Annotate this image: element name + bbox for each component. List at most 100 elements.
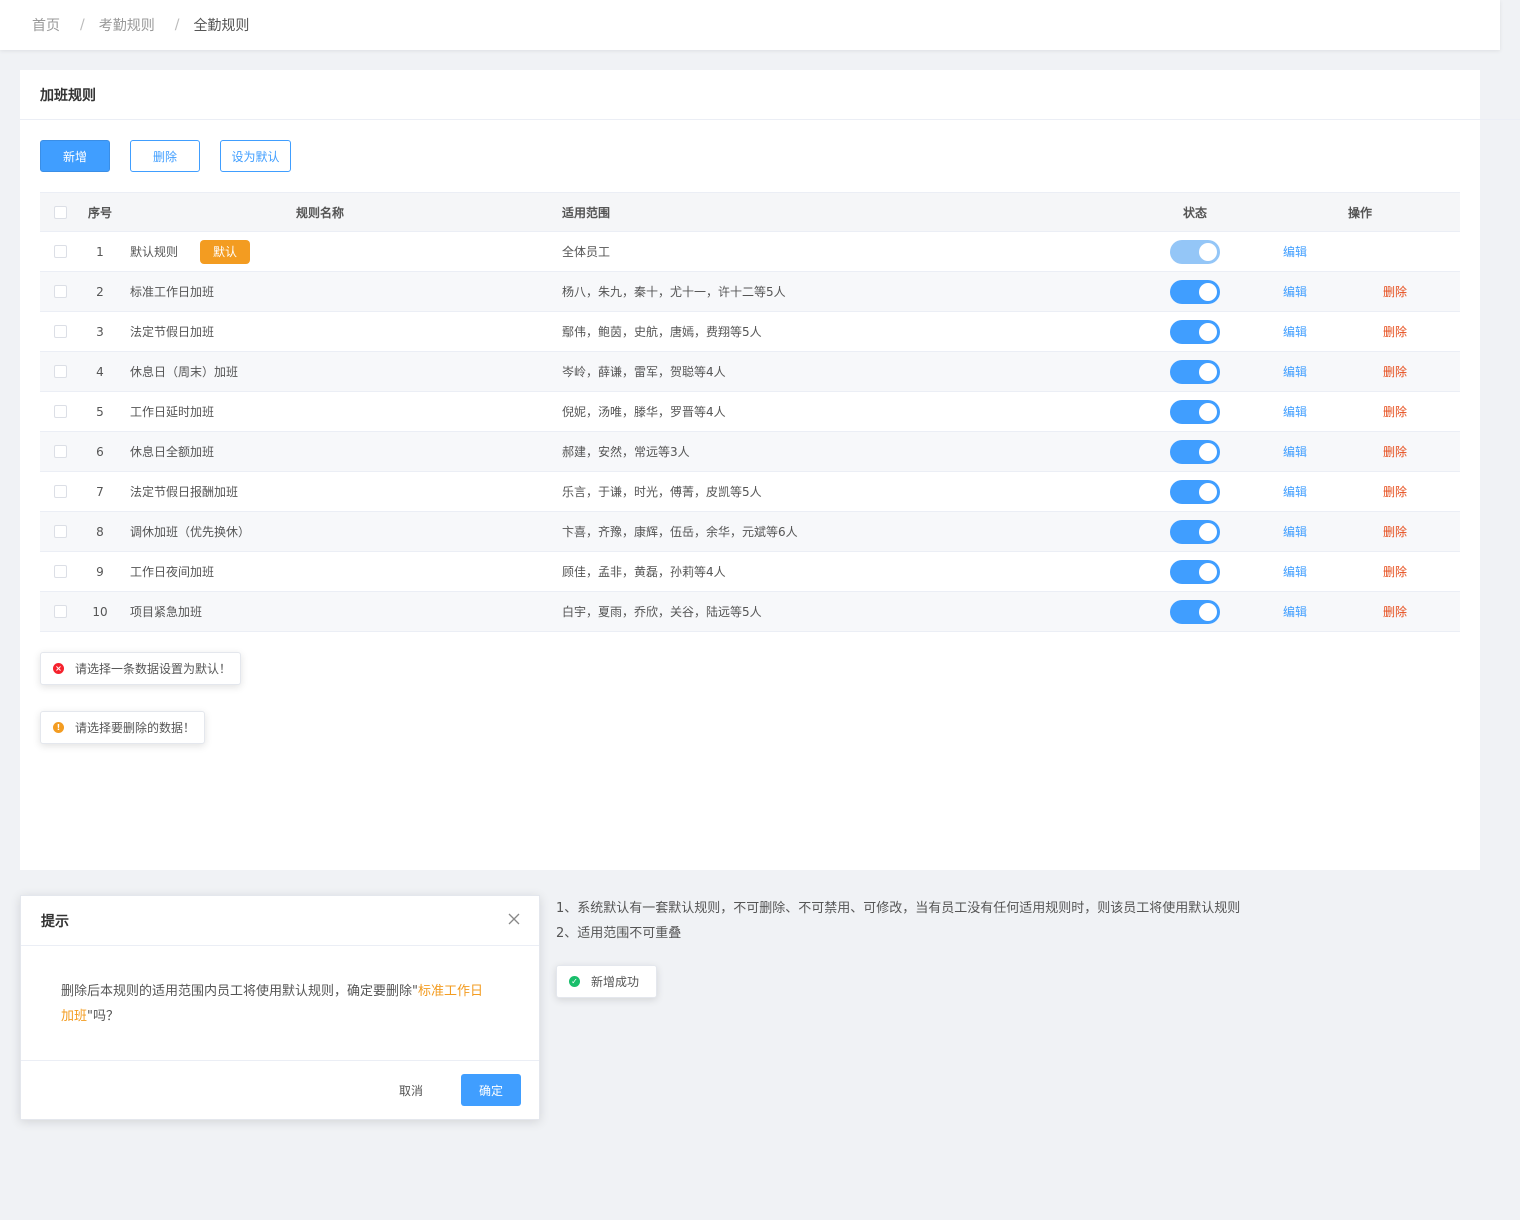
breadcrumb-current: 全勤规则 xyxy=(193,18,250,34)
row-checkbox[interactable] xyxy=(53,445,67,458)
rule-scope: 白宇，夏雨，乔欣，关谷，陆远等5人 xyxy=(562,605,762,619)
status-switch[interactable] xyxy=(1170,399,1220,424)
rule-name: 项目紧急加班 xyxy=(130,605,203,619)
delete-link[interactable]: 删除 xyxy=(1383,483,1407,500)
header-ops: 操作 xyxy=(1347,205,1372,220)
edit-link[interactable]: 编辑 xyxy=(1283,403,1307,420)
status-switch[interactable] xyxy=(1170,359,1220,384)
table-row: 10 项目紧急加班 白宇，夏雨，乔欣，关谷，陆远等5人 编辑 删除 xyxy=(40,592,1460,632)
breadcrumb-separator: / xyxy=(174,17,180,33)
row-index: 5 xyxy=(96,404,104,419)
edit-link[interactable]: 编辑 xyxy=(1283,323,1307,340)
rule-scope: 卞喜，齐豫，康辉，伍岳，余华，元斌等6人 xyxy=(562,525,798,539)
breadcrumb: 首页 / 考勤规则 / 全勤规则 xyxy=(0,0,1500,50)
row-checkbox[interactable] xyxy=(53,285,67,298)
success-message-text: 新增成功 xyxy=(591,975,640,989)
dialog-body-suffix: "吗？ xyxy=(87,1009,119,1024)
row-checkbox[interactable] xyxy=(53,245,67,258)
rule-name: 标准工作日加班 xyxy=(130,285,215,299)
delete-link[interactable]: 删除 xyxy=(1383,443,1407,460)
delete-button[interactable]: 删除 xyxy=(130,140,200,172)
edit-link[interactable]: 编辑 xyxy=(1283,283,1307,300)
status-switch[interactable] xyxy=(1170,559,1220,584)
status-switch[interactable] xyxy=(1170,519,1220,544)
rule-scope: 乐言，于谦，时光，傅菁，皮凯等5人 xyxy=(562,485,762,499)
rule-notes: 1、系统默认有一套默认规则，不可删除、不可禁用、可修改，当有员工没有任何适用规则… xyxy=(556,896,1240,946)
status-switch xyxy=(1170,239,1220,264)
status-switch[interactable] xyxy=(1170,279,1220,304)
delete-link[interactable]: 删除 xyxy=(1383,323,1407,340)
delete-link[interactable]: 删除 xyxy=(1383,603,1407,620)
row-index: 4 xyxy=(96,364,104,379)
edit-link[interactable]: 编辑 xyxy=(1283,563,1307,580)
row-checkbox[interactable] xyxy=(53,565,67,578)
rule-name: 休息日（周末）加班 xyxy=(130,365,239,379)
cancel-button[interactable]: 取消 xyxy=(399,1076,423,1106)
rule-name: 休息日全额加班 xyxy=(130,445,215,459)
row-checkbox[interactable] xyxy=(53,405,67,418)
error-icon: × xyxy=(53,663,64,674)
edit-link[interactable]: 编辑 xyxy=(1283,363,1307,380)
edit-link[interactable]: 编辑 xyxy=(1283,443,1307,460)
row-checkbox[interactable] xyxy=(53,325,67,338)
table-row: 6 休息日全额加班 郝建，安然，常远等3人 编辑 删除 xyxy=(40,432,1460,472)
delete-link[interactable]: 删除 xyxy=(1383,403,1407,420)
dialog-body-prefix: 删除后本规则的适用范围内员工将使用默认规则，确定要删除" xyxy=(61,984,418,999)
header-scope: 适用范围 xyxy=(562,205,611,220)
edit-link[interactable]: 编辑 xyxy=(1283,483,1307,500)
row-checkbox[interactable] xyxy=(53,525,67,538)
dialog-body: 删除后本规则的适用范围内员工将使用默认规则，确定要删除"标准工作日加班"吗？ xyxy=(21,946,539,1061)
edit-link[interactable]: 编辑 xyxy=(1283,523,1307,540)
row-index: 7 xyxy=(96,484,104,499)
set-default-button[interactable]: 设为默认 xyxy=(220,140,291,172)
header-index: 序号 xyxy=(87,205,112,220)
select-all-checkbox[interactable] xyxy=(53,205,67,219)
row-index: 6 xyxy=(96,444,104,459)
delete-link[interactable]: 删除 xyxy=(1383,563,1407,580)
breadcrumb-attendance-rules[interactable]: 考勤规则 xyxy=(99,15,155,35)
error-message-text: 请选择一条数据设置为默认！ xyxy=(75,662,232,676)
status-switch[interactable] xyxy=(1170,479,1220,504)
rule-scope: 倪妮，汤唯，滕华，罗晋等4人 xyxy=(562,405,726,419)
table-row: 1 默认规则 默认 全体员工 编辑 xyxy=(40,232,1460,272)
rule-name: 法定节假日加班 xyxy=(130,325,215,339)
rule-scope: 鄢伟，鲍茵，史航，唐嫣，费翔等5人 xyxy=(562,325,762,339)
row-index: 10 xyxy=(92,604,108,619)
rules-table: 序号 规则名称 适用范围 状态 操作 1 默认规则 默认 全体员工 编辑 2 标准工作日加班… xyxy=(40,192,1460,632)
status-switch[interactable] xyxy=(1170,439,1220,464)
success-icon: ✓ xyxy=(569,976,580,987)
status-switch[interactable] xyxy=(1170,599,1220,624)
header-name: 规则名称 xyxy=(295,205,344,220)
row-index: 8 xyxy=(96,524,104,539)
row-index: 2 xyxy=(96,284,104,299)
confirm-button[interactable]: 确定 xyxy=(461,1074,521,1106)
delete-link[interactable]: 删除 xyxy=(1383,363,1407,380)
close-icon[interactable] xyxy=(507,912,521,926)
card-title: 加班规则 xyxy=(20,70,1480,120)
rule-scope: 杨八，朱九，秦十，尤十一，许十二等5人 xyxy=(562,285,786,299)
confirm-dialog: 提示 删除后本规则的适用范围内员工将使用默认规则，确定要删除"标准工作日加班"吗… xyxy=(20,895,540,1120)
divider xyxy=(1480,119,1520,120)
edit-link[interactable]: 编辑 xyxy=(1283,243,1307,260)
add-button[interactable]: 新增 xyxy=(40,140,110,172)
header-status: 状态 xyxy=(1182,205,1207,220)
table-row: 7 法定节假日报酬加班 乐言，于谦，时光，傅菁，皮凯等5人 编辑 删除 xyxy=(40,472,1460,512)
warning-message-text: 请选择要删除的数据！ xyxy=(75,721,196,735)
rule-name: 法定节假日报酬加班 xyxy=(130,485,239,499)
rule-name: 工作日夜间加班 xyxy=(130,565,215,579)
edit-link[interactable]: 编辑 xyxy=(1283,603,1307,620)
table-header: 序号 规则名称 适用范围 状态 操作 xyxy=(40,192,1460,232)
table-row: 9 工作日夜间加班 顾佳，孟非，黄磊，孙莉等4人 编辑 删除 xyxy=(40,552,1460,592)
delete-link[interactable]: 删除 xyxy=(1383,523,1407,540)
table-row: 8 调休加班（优先换休） 卞喜，齐豫，康辉，伍岳，余华，元斌等6人 编辑 删除 xyxy=(40,512,1460,552)
row-checkbox[interactable] xyxy=(53,365,67,378)
breadcrumb-home[interactable]: 首页 xyxy=(32,15,60,35)
error-message: × 请选择一条数据设置为默认！ xyxy=(40,652,241,685)
row-checkbox[interactable] xyxy=(53,485,67,498)
status-switch[interactable] xyxy=(1170,319,1220,344)
delete-link[interactable]: 删除 xyxy=(1383,283,1407,300)
table-row: 2 标准工作日加班 杨八，朱九，秦十，尤十一，许十二等5人 编辑 删除 xyxy=(40,272,1460,312)
row-index: 1 xyxy=(96,244,104,259)
row-checkbox[interactable] xyxy=(53,605,67,618)
row-index: 9 xyxy=(96,564,104,579)
